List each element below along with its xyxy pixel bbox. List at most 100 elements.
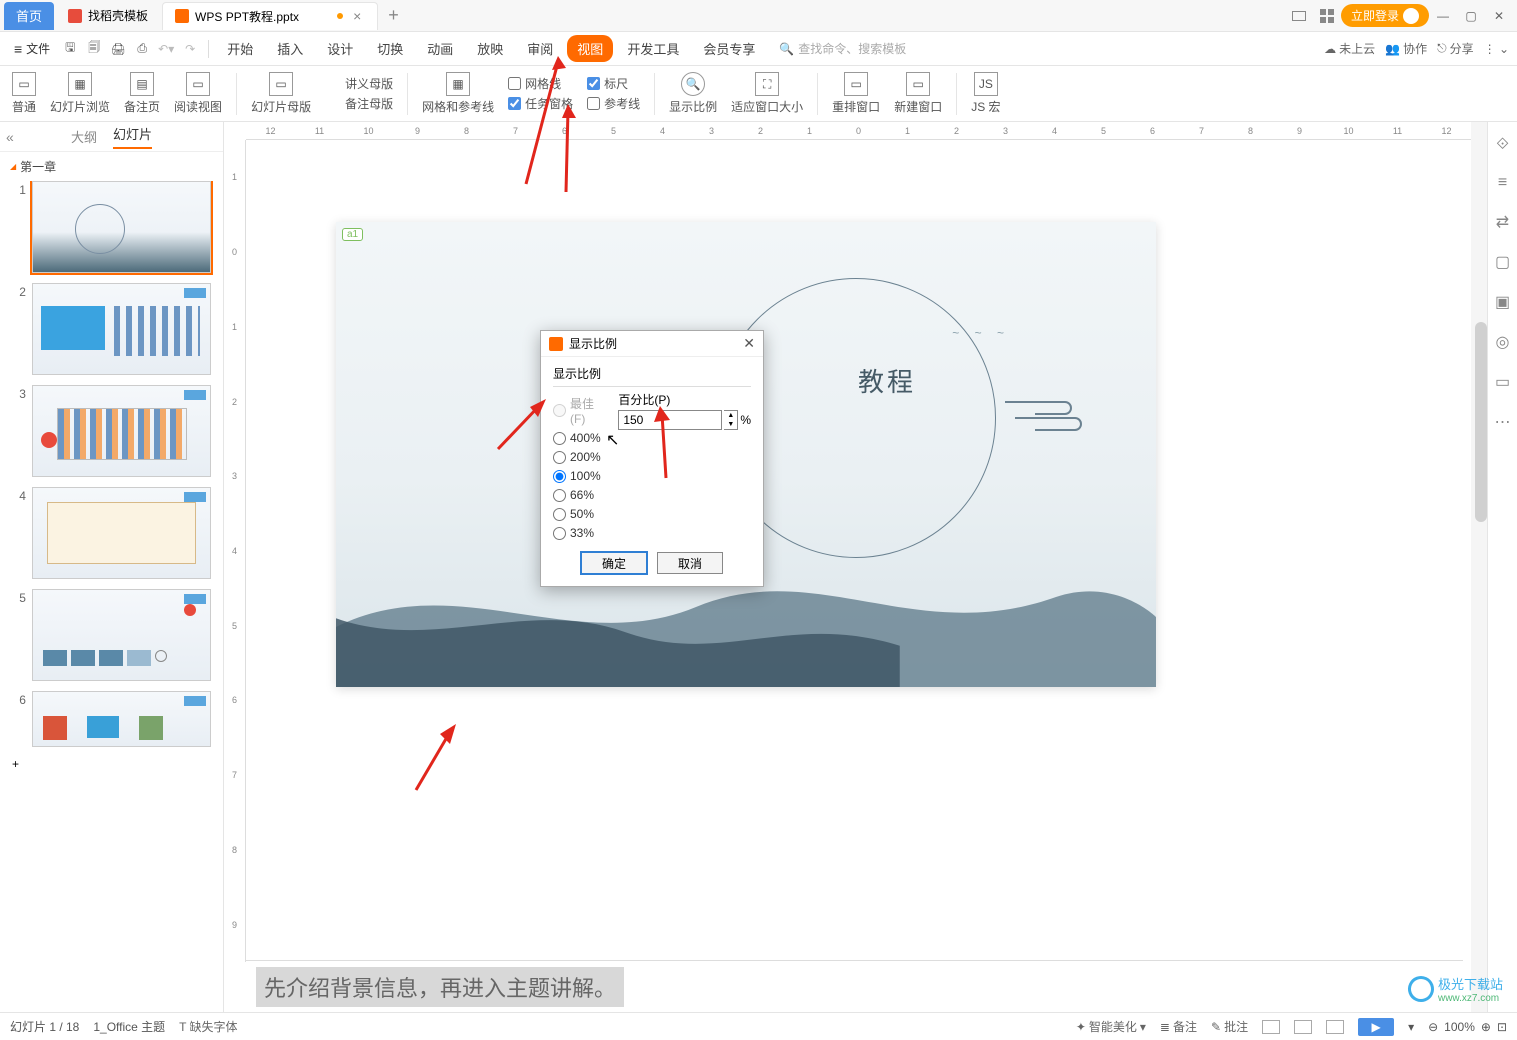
ok-button[interactable]: 确定 [581, 552, 647, 574]
percent-input[interactable] [618, 410, 722, 430]
notes-master-button[interactable]: 备注母版 [325, 95, 393, 112]
radio-400[interactable]: 400% [553, 431, 604, 445]
tab-home[interactable]: 首页 [4, 2, 54, 30]
redo-icon[interactable]: ↷ [180, 39, 200, 59]
menu-view[interactable]: 视图 [567, 35, 613, 62]
smart-beautify-button[interactable]: ✦智能美化▾ [1076, 1018, 1146, 1035]
save-icon[interactable]: 🖫 [60, 39, 80, 59]
rail-style-icon[interactable]: ⟐ [1496, 136, 1509, 154]
status-theme[interactable]: 1_Office 主题 [93, 1018, 165, 1035]
js-macro-button[interactable]: JSJS 宏 [971, 72, 1000, 115]
new-window-button[interactable]: ▭新建窗口 [894, 72, 942, 115]
save-as-icon[interactable]: 🗐 [84, 39, 104, 59]
radio-200[interactable]: 200% [553, 450, 604, 464]
window-close-button[interactable]: ✕ [1485, 2, 1513, 30]
slide-title[interactable]: 教程 [858, 362, 916, 399]
rail-help-icon[interactable]: ◎ [1496, 332, 1510, 352]
section-header[interactable]: ◢第一章 [0, 152, 223, 181]
vertical-scrollbar[interactable] [1471, 122, 1487, 1012]
apps-grid-icon[interactable] [1313, 2, 1341, 30]
add-slide-button[interactable]: + [12, 757, 211, 771]
menu-dev[interactable]: 开发工具 [617, 35, 689, 62]
view-normal-button[interactable]: ▭普通 [12, 72, 36, 115]
rail-reading-icon[interactable]: ▭ [1495, 372, 1510, 392]
thumbnail-6[interactable]: 6 [12, 691, 211, 747]
dialog-close-button[interactable]: ✕ [743, 335, 755, 352]
menu-insert[interactable]: 插入 [267, 35, 313, 62]
thumbnail-4[interactable]: 4 [12, 487, 211, 579]
menu-animation[interactable]: 动画 [417, 35, 463, 62]
share-button[interactable]: ⎋分享 [1437, 40, 1474, 57]
radio-100[interactable]: 100% [553, 469, 604, 483]
notes-toggle-button[interactable]: ≣备注 [1160, 1018, 1197, 1035]
zoom-fit-button[interactable]: ⊡ [1497, 1020, 1507, 1034]
zoom-value[interactable]: 100% [1444, 1020, 1475, 1034]
rail-more-icon[interactable]: ⋯ [1495, 412, 1511, 432]
preview-icon[interactable]: ⎙ [132, 39, 152, 59]
notes-pane[interactable]: 先介绍背景信息，再进入主题讲解。 [246, 960, 1463, 1012]
handout-master-button[interactable]: 讲义母版 [325, 75, 393, 92]
menu-member[interactable]: 会员专享 [693, 35, 765, 62]
file-menu[interactable]: ≡文件 [8, 40, 56, 57]
new-tab-button[interactable]: + [380, 5, 407, 26]
maximize-button[interactable]: ▢ [1457, 2, 1485, 30]
login-button[interactable]: 立即登录 [1341, 4, 1429, 27]
thumbnail-2[interactable]: 2 [12, 283, 211, 375]
slide-master-button[interactable]: ▭幻灯片母版 [251, 72, 311, 115]
missing-font-button[interactable]: T缺失字体 [179, 1018, 237, 1035]
tab-template[interactable]: 找稻壳模板 [56, 2, 160, 30]
ruler-checkbox[interactable] [587, 77, 600, 90]
menu-review[interactable]: 审阅 [517, 35, 563, 62]
fit-window-button[interactable]: ⛶适应窗口大小 [731, 72, 803, 115]
comments-button[interactable]: ✎批注 [1211, 1018, 1248, 1035]
command-search[interactable]: 🔍查找命令、搜索模板 [779, 40, 906, 57]
zoom-out-button[interactable]: ⊖ [1428, 1020, 1438, 1034]
collab-button[interactable]: 👥协作 [1385, 40, 1427, 57]
view-notes-button[interactable]: ▤备注页 [124, 72, 160, 115]
print-icon[interactable]: 🖨 [108, 39, 128, 59]
thumbnail-list[interactable]: 1 2 3✶ 4 5✶🔊 6 + [0, 181, 223, 1012]
view-sorter-button[interactable]: ▦幻灯片浏览 [50, 72, 110, 115]
gridlines-checkbox[interactable] [508, 77, 521, 90]
zoom-in-button[interactable]: ⊕ [1481, 1020, 1491, 1034]
view-normal-icon[interactable] [1262, 1020, 1280, 1034]
play-button[interactable]: ▶ [1358, 1018, 1394, 1036]
rail-format-icon[interactable]: ≡ [1498, 174, 1507, 192]
dialog-header[interactable]: 显示比例 ✕ [541, 331, 763, 357]
radio-33[interactable]: 33% [553, 526, 604, 540]
arrange-windows-button[interactable]: ▭重排窗口 [832, 72, 880, 115]
undo-icon[interactable]: ↶▾ [156, 39, 176, 59]
view-reading-button[interactable]: ▭阅读视图 [174, 72, 222, 115]
tab-outline[interactable]: 大纲 [71, 127, 97, 146]
rail-animate-icon[interactable]: ▢ [1495, 252, 1510, 272]
rail-transition-icon[interactable]: ⇄ [1496, 212, 1509, 232]
thumbnail-3[interactable]: 3✶ [12, 385, 211, 477]
minimize-button[interactable]: — [1429, 2, 1457, 30]
menu-start[interactable]: 开始 [217, 35, 263, 62]
radio-50[interactable]: 50% [553, 507, 604, 521]
tab-document[interactable]: WPS PPT教程.pptx × [162, 2, 378, 30]
menu-slideshow[interactable]: 放映 [467, 35, 513, 62]
view-reading-icon[interactable] [1326, 1020, 1344, 1034]
menu-transition[interactable]: 切换 [367, 35, 413, 62]
cancel-button[interactable]: 取消 [657, 552, 723, 574]
taskpane-checkbox[interactable] [508, 97, 521, 110]
grid-settings-button[interactable]: ▦网格和参考线 [422, 72, 494, 115]
menu-design[interactable]: 设计 [317, 35, 363, 62]
chevron-down-icon[interactable]: ▾ [1408, 1020, 1414, 1034]
thumbnail-5[interactable]: 5✶🔊 [12, 589, 211, 681]
thumbnail-1[interactable]: 1 [12, 181, 211, 273]
more-menu[interactable]: ⋮ ⌄ [1484, 42, 1509, 56]
tab-slides[interactable]: 幻灯片 [113, 124, 152, 149]
collapse-panel-icon[interactable]: « [6, 129, 14, 145]
notes-text[interactable]: 先介绍背景信息，再进入主题讲解。 [256, 967, 624, 1007]
rail-select-icon[interactable]: ▣ [1495, 292, 1510, 312]
layout-toggle-icon[interactable] [1285, 2, 1313, 30]
radio-66[interactable]: 66% [553, 488, 604, 502]
cloud-status[interactable]: ☁未上云 [1324, 40, 1375, 57]
zoom-button[interactable]: 🔍显示比例 [669, 72, 717, 115]
view-sorter-icon[interactable] [1294, 1020, 1312, 1034]
guides-checkbox[interactable] [587, 97, 600, 110]
percent-spinner[interactable]: ▲▼ [724, 410, 738, 430]
close-icon[interactable]: × [349, 8, 365, 24]
